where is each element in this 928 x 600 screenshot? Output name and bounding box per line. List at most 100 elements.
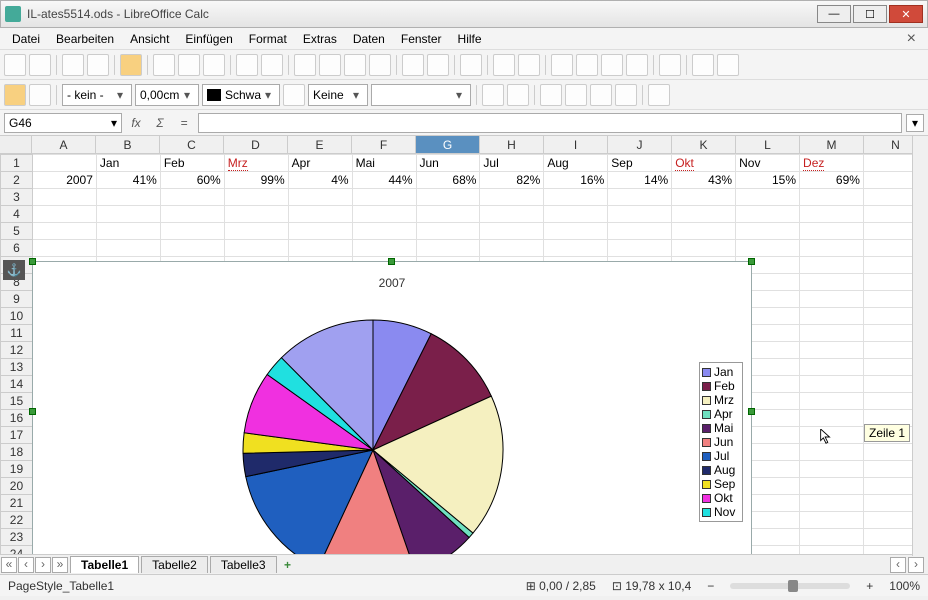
grid-body[interactable]: 1JanFebMrzAprMaiJunJulAugSepOktNovDez220…	[0, 154, 928, 554]
redo-icon[interactable]	[427, 54, 449, 76]
background-icon[interactable]	[615, 84, 637, 106]
cell[interactable]: 43%	[672, 172, 736, 189]
cell[interactable]	[32, 240, 96, 257]
pagestyle-label[interactable]: PageStyle_Tabelle1	[8, 579, 114, 593]
cut-icon[interactable]	[294, 54, 316, 76]
cell[interactable]	[352, 240, 416, 257]
foreground-icon[interactable]	[590, 84, 612, 106]
preview-icon[interactable]	[203, 54, 225, 76]
zoom-icon[interactable]	[659, 54, 681, 76]
cell[interactable]	[800, 257, 864, 274]
to-back-icon[interactable]	[565, 84, 587, 106]
pdf-icon[interactable]	[153, 54, 175, 76]
cell[interactable]: 14%	[608, 172, 672, 189]
row-15[interactable]: 15	[1, 393, 33, 410]
col-l[interactable]: L	[736, 136, 800, 153]
cell[interactable]	[288, 240, 352, 257]
close-doc-icon[interactable]: ×	[899, 30, 924, 48]
formula-input[interactable]	[198, 113, 902, 133]
cell[interactable]: Apr	[288, 155, 352, 172]
cell[interactable]	[352, 223, 416, 240]
cell[interactable]	[800, 478, 864, 495]
cell[interactable]	[800, 359, 864, 376]
col-b[interactable]: B	[96, 136, 160, 153]
menu-hilfe[interactable]: Hilfe	[450, 30, 490, 48]
row-22[interactable]: 22	[1, 512, 33, 529]
col-j[interactable]: J	[608, 136, 672, 153]
cell[interactable]	[672, 240, 736, 257]
close-button[interactable]: ✕	[889, 5, 923, 23]
resize-handle[interactable]	[388, 258, 395, 265]
tab-tabelle1[interactable]: Tabelle1	[70, 556, 139, 573]
row-4[interactable]: 4	[1, 206, 33, 223]
navigator-icon[interactable]	[576, 54, 598, 76]
cell[interactable]: 68%	[416, 172, 480, 189]
minimize-button[interactable]: —	[817, 5, 851, 23]
cell[interactable]: 15%	[736, 172, 800, 189]
col-k[interactable]: K	[672, 136, 736, 153]
cell[interactable]: Mai	[352, 155, 416, 172]
cell[interactable]	[416, 240, 480, 257]
cell[interactable]	[800, 546, 864, 555]
cell[interactable]	[608, 240, 672, 257]
zoom-out-icon[interactable]: −	[707, 579, 714, 593]
format-paint-icon[interactable]	[369, 54, 391, 76]
row-10[interactable]: 10	[1, 308, 33, 325]
cell[interactable]	[672, 189, 736, 206]
row-11[interactable]: 11	[1, 325, 33, 342]
resize-handle[interactable]	[29, 408, 36, 415]
print-icon[interactable]	[178, 54, 200, 76]
row-1[interactable]: 1	[1, 155, 33, 172]
cell[interactable]	[416, 189, 480, 206]
row-20[interactable]: 20	[1, 478, 33, 495]
cell[interactable]	[800, 495, 864, 512]
chart-object[interactable]: ⚓ 2007 JanFebMrzAprMaiJunJulAugSepOktNov	[33, 262, 751, 554]
help-icon[interactable]	[692, 54, 714, 76]
chart-icon[interactable]	[551, 54, 573, 76]
tab-prev-icon[interactable]: ‹	[18, 557, 34, 573]
sum-icon[interactable]: Σ	[150, 113, 170, 133]
add-sheet-icon[interactable]: +	[281, 558, 295, 572]
menu-ansicht[interactable]: Ansicht	[122, 30, 177, 48]
row-5[interactable]: 5	[1, 223, 33, 240]
line-color-combo[interactable]: Schwa▾	[202, 84, 280, 106]
resize-handle[interactable]	[748, 408, 755, 415]
cell[interactable]	[288, 189, 352, 206]
cell[interactable]: 2007	[32, 172, 96, 189]
cell[interactable]	[96, 189, 160, 206]
function-wizard-icon[interactable]: fx	[126, 113, 146, 133]
cell[interactable]	[160, 223, 224, 240]
menu-einfuegen[interactable]: Einfügen	[177, 30, 240, 48]
cell[interactable]	[96, 223, 160, 240]
cell[interactable]	[480, 206, 544, 223]
tab-first-icon[interactable]: «	[1, 557, 17, 573]
cell[interactable]	[672, 223, 736, 240]
cell[interactable]	[800, 393, 864, 410]
cell[interactable]	[160, 240, 224, 257]
row-9[interactable]: 9	[1, 291, 33, 308]
autospell-icon[interactable]	[261, 54, 283, 76]
cell[interactable]	[352, 189, 416, 206]
col-f[interactable]: F	[352, 136, 416, 153]
col-c[interactable]: C	[160, 136, 224, 153]
row-3[interactable]: 3	[1, 189, 33, 206]
resize-handle[interactable]	[29, 258, 36, 265]
cell[interactable]	[32, 223, 96, 240]
row-14[interactable]: 14	[1, 376, 33, 393]
cell[interactable]	[96, 240, 160, 257]
col-m[interactable]: M	[800, 136, 864, 153]
col-g[interactable]: G	[416, 136, 480, 153]
cell[interactable]	[416, 206, 480, 223]
row-24[interactable]: 24	[1, 546, 33, 555]
hyperlink-icon[interactable]	[460, 54, 482, 76]
select-all-corner[interactable]	[0, 136, 32, 153]
cell[interactable]	[288, 223, 352, 240]
resize-handle[interactable]	[748, 258, 755, 265]
cell[interactable]	[800, 223, 864, 240]
cell[interactable]	[96, 206, 160, 223]
cell[interactable]	[480, 189, 544, 206]
datasource-icon[interactable]	[626, 54, 648, 76]
row-12[interactable]: 12	[1, 342, 33, 359]
cell[interactable]	[608, 206, 672, 223]
cell[interactable]	[416, 223, 480, 240]
